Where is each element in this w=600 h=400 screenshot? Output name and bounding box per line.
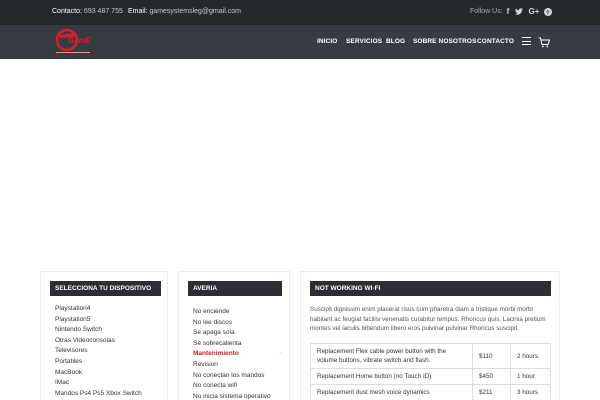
facebook-icon[interactable]: f — [503, 6, 513, 17]
table-row: Replacement Home button (no Touch ID) $4… — [310, 368, 551, 385]
service-cell: Replacement Flex cable power button with… — [310, 343, 473, 369]
phone-number[interactable]: 693 487 755 — [84, 8, 123, 15]
detail-panel-title: NOT WORKING WI-FI — [310, 281, 551, 296]
price-table: Replacement Flex cable power button with… — [310, 343, 551, 400]
detail-description: Suscipit dignissim enim placerat risus c… — [310, 306, 546, 332]
google-plus-icon[interactable]: G+ — [528, 6, 540, 17]
fault-item[interactable]: Se apaga sola — [193, 328, 271, 339]
service-cell: Replacement Home button (no Touch ID) — [310, 368, 473, 385]
device-item[interactable]: Nintendo Switch — [55, 325, 142, 336]
hamburger-icon[interactable] — [522, 37, 531, 45]
price-cell: $110 — [472, 343, 511, 369]
nav-inicio[interactable]: INICIO — [317, 38, 337, 45]
time-cell: 2 hours — [510, 343, 551, 369]
email-address[interactable]: gamesystemsleg@gmail.com — [149, 8, 241, 15]
fault-item[interactable]: Revision — [193, 360, 271, 371]
fault-item[interactable]: No conecta wifi — [193, 381, 271, 392]
repair-detail-panel: NOT WORKING WI-FI Suscipit dignissim eni… — [300, 271, 560, 400]
service-cell: Replacement dust mesh voice dynamics — [310, 384, 473, 400]
contact-label: Contacto: — [52, 8, 82, 15]
nav-servicios[interactable]: SERVICIOS — [346, 38, 382, 45]
nav-sobre-nosotros[interactable]: SOBRE NOSOTROS — [413, 38, 477, 45]
svg-text:GamE: GamE — [68, 36, 92, 45]
price-cell: $450 — [472, 368, 511, 385]
device-item[interactable]: Portatiles — [55, 357, 142, 368]
table-row: Replacement dust mesh voice dynamics $21… — [310, 384, 551, 400]
contact-phone: Contacto: 693 487 755 — [52, 8, 123, 15]
time-cell: 1 hour — [510, 368, 551, 385]
nav-blog[interactable]: BLOG — [386, 38, 405, 45]
fault-panel-title: AVERIA — [188, 281, 282, 296]
device-item[interactable]: Playstation4 — [55, 304, 142, 315]
contact-email: Email: gamesystemsleg@gmail.com — [128, 8, 241, 15]
fault-item[interactable]: No inicia sistema operativo — [193, 392, 271, 400]
top-contact-bar: Contacto: 693 487 755 Email: gamesystems… — [0, 0, 600, 25]
arrow-right-icon: → — [277, 349, 283, 355]
fault-item[interactable]: Se sobrecalienta — [193, 339, 271, 350]
nav-contacto[interactable]: CONTACTO — [477, 38, 514, 45]
fault-selector-panel: AVERIA No enciende No lee discos Se apag… — [178, 271, 290, 400]
fault-item[interactable]: No enciende — [193, 307, 271, 318]
fault-list: No enciende No lee discos Se apaga sola … — [193, 307, 271, 400]
device-list: Playstation4 Playstation5 Nintendo Switc… — [55, 304, 142, 399]
device-item[interactable]: IMac — [55, 378, 142, 389]
fault-item[interactable]: No conectan los mandos — [193, 371, 271, 382]
fault-item-active[interactable]: Mantenimiento — [193, 349, 271, 360]
cart-icon[interactable] — [538, 35, 551, 48]
time-cell: 3 hours — [510, 384, 551, 400]
pinterest-icon[interactable] — [543, 6, 553, 17]
device-item[interactable]: Televisores — [55, 346, 142, 357]
fault-item[interactable]: No lee discos — [193, 318, 271, 329]
twitter-icon[interactable] — [514, 6, 524, 17]
device-item[interactable]: MacBook — [55, 368, 142, 379]
game-systems-logo[interactable]: GamE — [52, 27, 94, 57]
follow-us-label: Follow Us: — [470, 8, 503, 15]
device-selector-panel: SELECCIONA TU DISPOSITIVO Playstation4 P… — [40, 271, 168, 400]
price-cell: $211 — [472, 384, 511, 400]
device-item[interactable]: Playstation5 — [55, 315, 142, 326]
table-row: Replacement Flex cable power button with… — [310, 343, 551, 369]
device-panel-title: SELECCIONA TU DISPOSITIVO — [50, 281, 161, 296]
main-header: GamE INICIO SERVICIOS BLOG SOBRE NOSOTRO… — [0, 25, 600, 59]
device-item[interactable]: Mandos Ps4 Ps5 Xbox Switch — [55, 389, 142, 400]
email-label: Email: — [128, 8, 148, 15]
device-item[interactable]: Otras Videoconsolas — [55, 336, 142, 347]
